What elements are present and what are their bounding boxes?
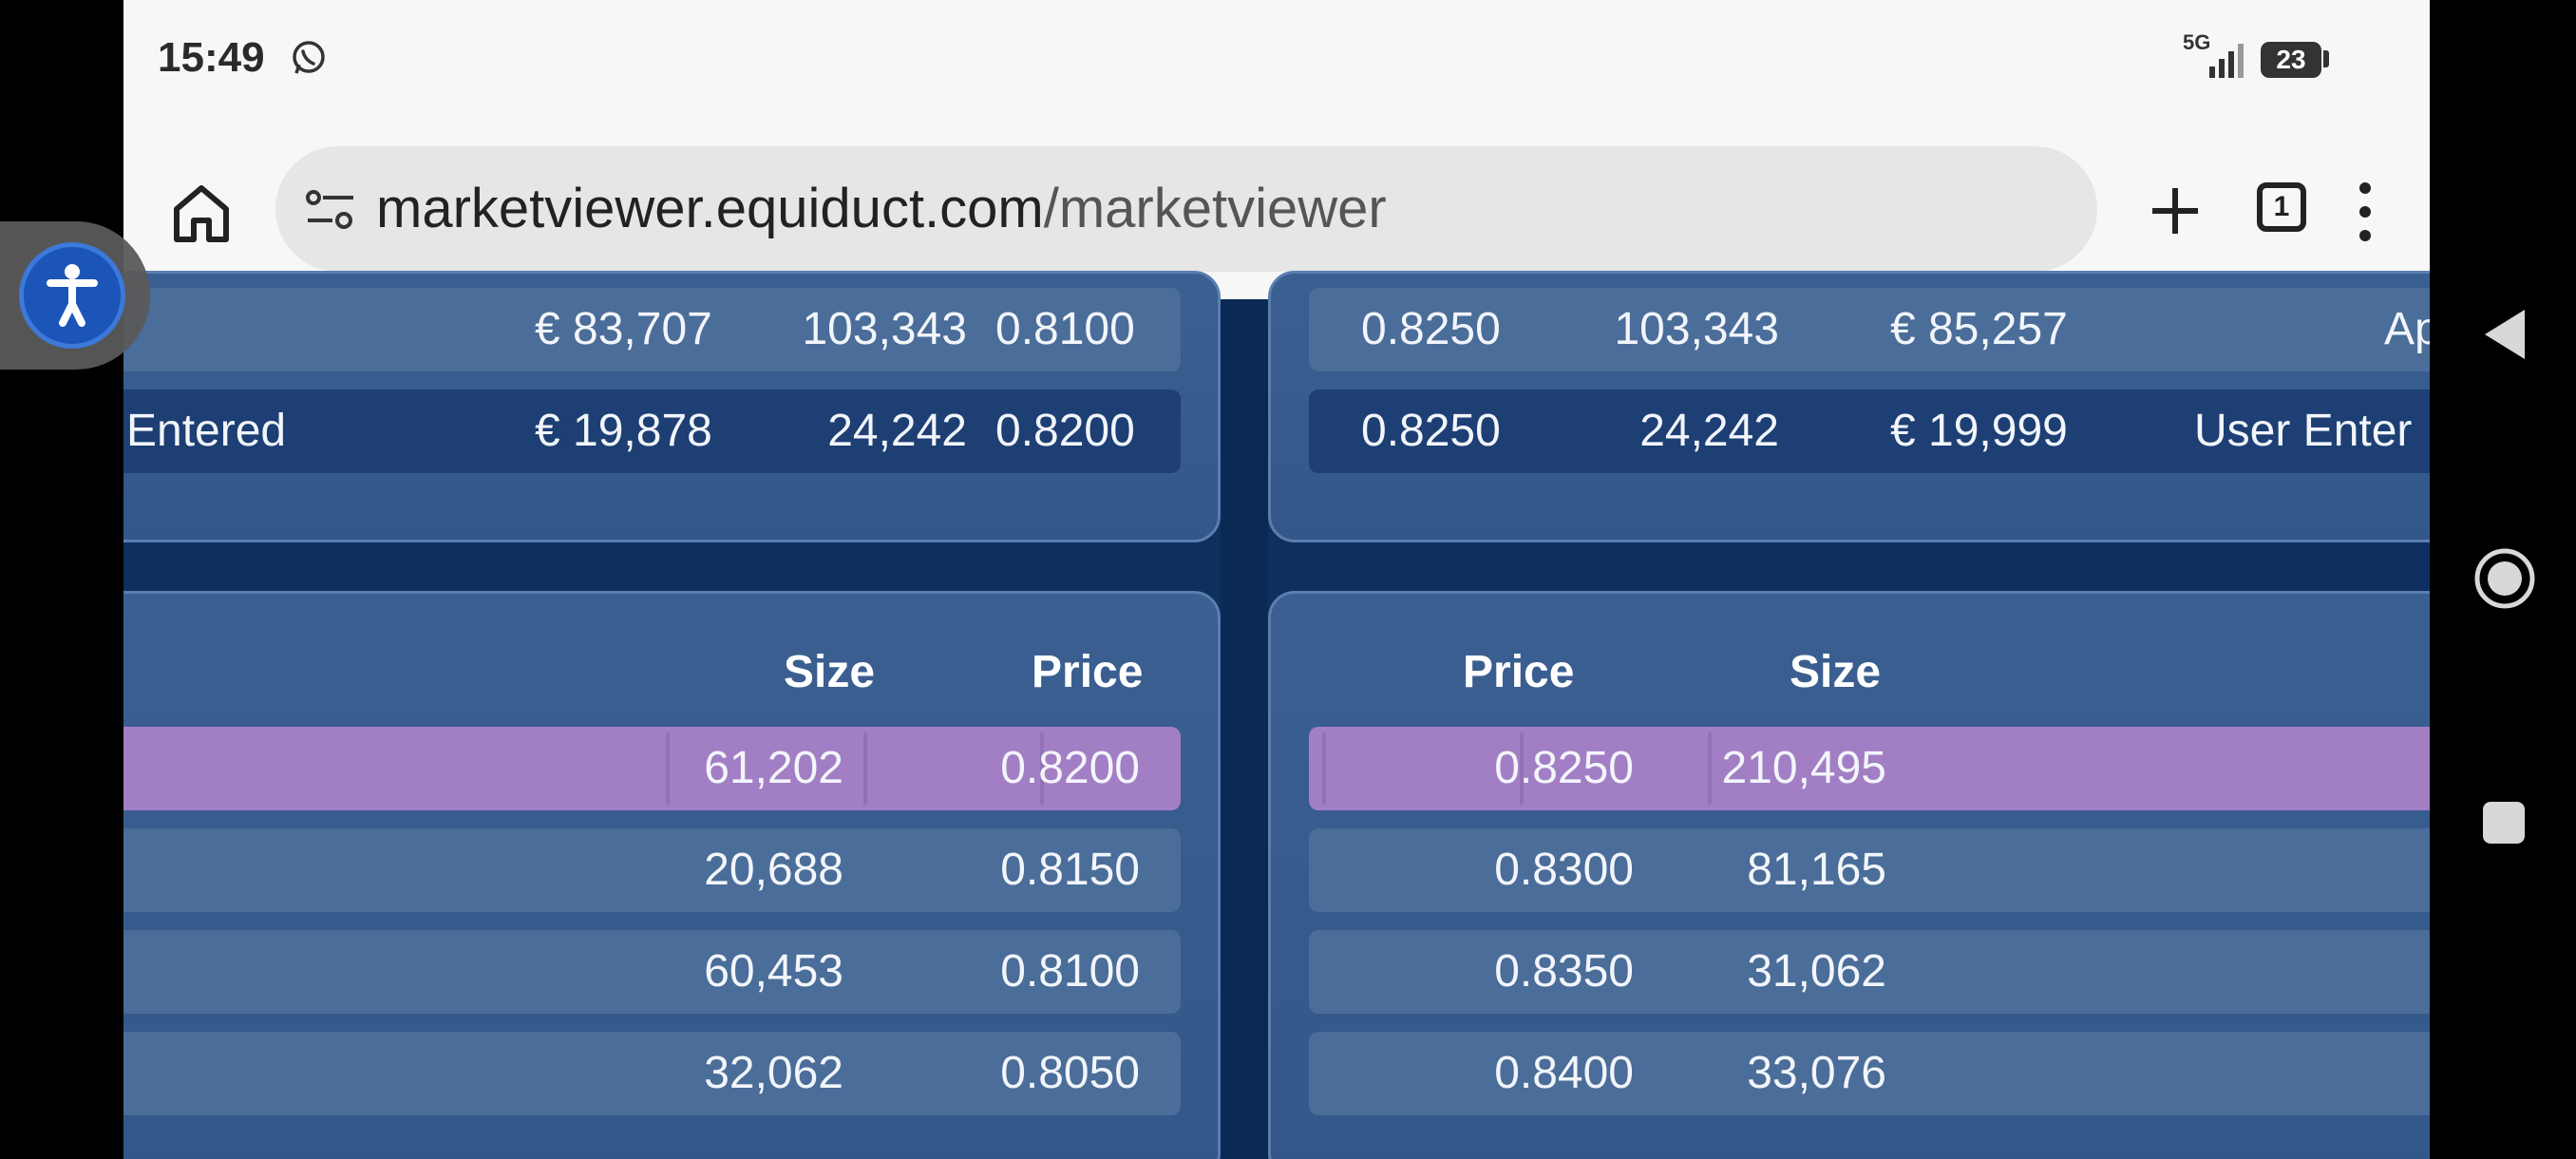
bid-size: 32,062 [704, 1048, 843, 1098]
trades-panel-right: 0.8250 103,343 € 85,257 Ap 0.8250 24,242… [1268, 271, 2430, 542]
trade-value: € 85,257 [1890, 304, 2068, 354]
battery-icon: 23 [2261, 42, 2321, 78]
bid-price: 0.8150 [1000, 845, 1140, 895]
trade-label: User Enter [2194, 406, 2413, 456]
trade-row[interactable]: Entered € 19,878 24,242 0.8200 [123, 390, 1181, 473]
trades-panel-left: € 83,707 103,343 0.8100 Entered € 19,878… [123, 271, 1221, 542]
ask-row[interactable]: 0.8400 33,076 [1309, 1032, 2430, 1115]
status-time: 15:49 [158, 34, 265, 81]
trade-price: 0.8250 [1361, 304, 1501, 354]
trade-label: Ap [2384, 304, 2430, 354]
trade-price: 0.8100 [995, 304, 1135, 354]
ask-row[interactable]: 0.8300 81,165 [1309, 828, 2430, 912]
home-icon[interactable] [167, 179, 236, 247]
ask-row[interactable]: 0.8250 210,495 [1309, 727, 2430, 810]
trade-value: € 83,707 [535, 304, 712, 354]
accessibility-icon [47, 264, 98, 327]
ask-size: 31,062 [1747, 946, 1886, 997]
bid-row[interactable]: 61,202 0.8200 [123, 727, 1181, 810]
trade-size: 24,242 [827, 406, 967, 456]
row-segment [863, 732, 867, 805]
ask-size: 33,076 [1747, 1048, 1886, 1098]
ask-price-header: Price [1463, 647, 1575, 697]
trade-row[interactable]: € 83,707 103,343 0.8100 [123, 288, 1181, 371]
site-settings-icon[interactable] [304, 188, 357, 232]
trade-price: 0.8250 [1361, 406, 1501, 456]
trade-size: 24,242 [1639, 406, 1779, 456]
bid-price-header: Price [1032, 647, 1144, 697]
trade-value: € 19,999 [1890, 406, 2068, 456]
url-domain: marketviewer.equiduct.com [376, 178, 1044, 239]
ask-price: 0.8350 [1494, 946, 1634, 997]
ask-size: 210,495 [1721, 743, 1886, 793]
asks-panel: Price Size 0.8250 210,495 0.8300 81,165 … [1268, 591, 2430, 1159]
bid-price: 0.8200 [1000, 743, 1140, 793]
trade-size: 103,343 [802, 304, 967, 354]
ask-price: 0.8300 [1494, 845, 1634, 895]
home-circle-icon[interactable] [2473, 547, 2536, 610]
ask-size-header: Size [1790, 647, 1882, 697]
url-text[interactable]: marketviewer.equiduct.com/marketviewer [376, 175, 1387, 243]
bids-panel: Size Price 61,202 0.8200 20,688 0.8150 6… [123, 591, 1221, 1159]
panel-divider [1221, 299, 1268, 1159]
back-triangle-icon[interactable] [2481, 306, 2529, 363]
more-vertical-icon[interactable] [2346, 180, 2384, 243]
tabs-icon[interactable]: 1 [2257, 182, 2306, 232]
bid-price: 0.8050 [1000, 1048, 1140, 1098]
whatsapp-icon [293, 41, 325, 74]
trade-size: 103,343 [1614, 304, 1779, 354]
market-viewer-content: € 83,707 103,343 0.8100 Entered € 19,878… [123, 271, 2430, 1159]
trade-row[interactable]: 0.8250 103,343 € 85,257 Ap [1309, 288, 2430, 371]
bid-row[interactable]: 32,062 0.8050 [123, 1032, 1181, 1115]
bid-size: 20,688 [704, 845, 843, 895]
bid-size: 60,453 [704, 946, 843, 997]
status-bar: 15:49 5G 23 [123, 0, 2430, 124]
ask-price: 0.8400 [1494, 1048, 1634, 1098]
bid-row[interactable]: 20,688 0.8150 [123, 828, 1181, 912]
ask-row[interactable]: 0.8350 31,062 [1309, 930, 2430, 1014]
browser-viewport: 15:49 5G 23 marketviewer.equiduct.com/ma… [123, 0, 2430, 1159]
signal-icon [2209, 44, 2244, 78]
plus-icon[interactable] [2147, 182, 2204, 239]
row-segment [1322, 732, 1326, 805]
ask-size: 81,165 [1747, 845, 1886, 895]
bid-size-header: Size [784, 647, 876, 697]
trade-price: 0.8200 [995, 406, 1135, 456]
trade-value: € 19,878 [535, 406, 712, 456]
trade-row[interactable]: 0.8250 24,242 € 19,999 User Enter [1309, 390, 2430, 473]
bid-row[interactable]: 60,453 0.8100 [123, 930, 1181, 1014]
accessibility-button[interactable] [19, 242, 125, 349]
recents-square-icon[interactable] [2481, 800, 2527, 846]
network-type: 5G [2183, 30, 2211, 54]
bid-size: 61,202 [704, 743, 843, 793]
url-path: /marketviewer [1043, 178, 1387, 239]
trade-label: Entered [126, 406, 287, 456]
ask-price: 0.8250 [1494, 743, 1634, 793]
battery-cap [2323, 50, 2329, 67]
bid-price: 0.8100 [1000, 946, 1140, 997]
address-bar[interactable]: marketviewer.equiduct.com/marketviewer [275, 146, 2097, 272]
